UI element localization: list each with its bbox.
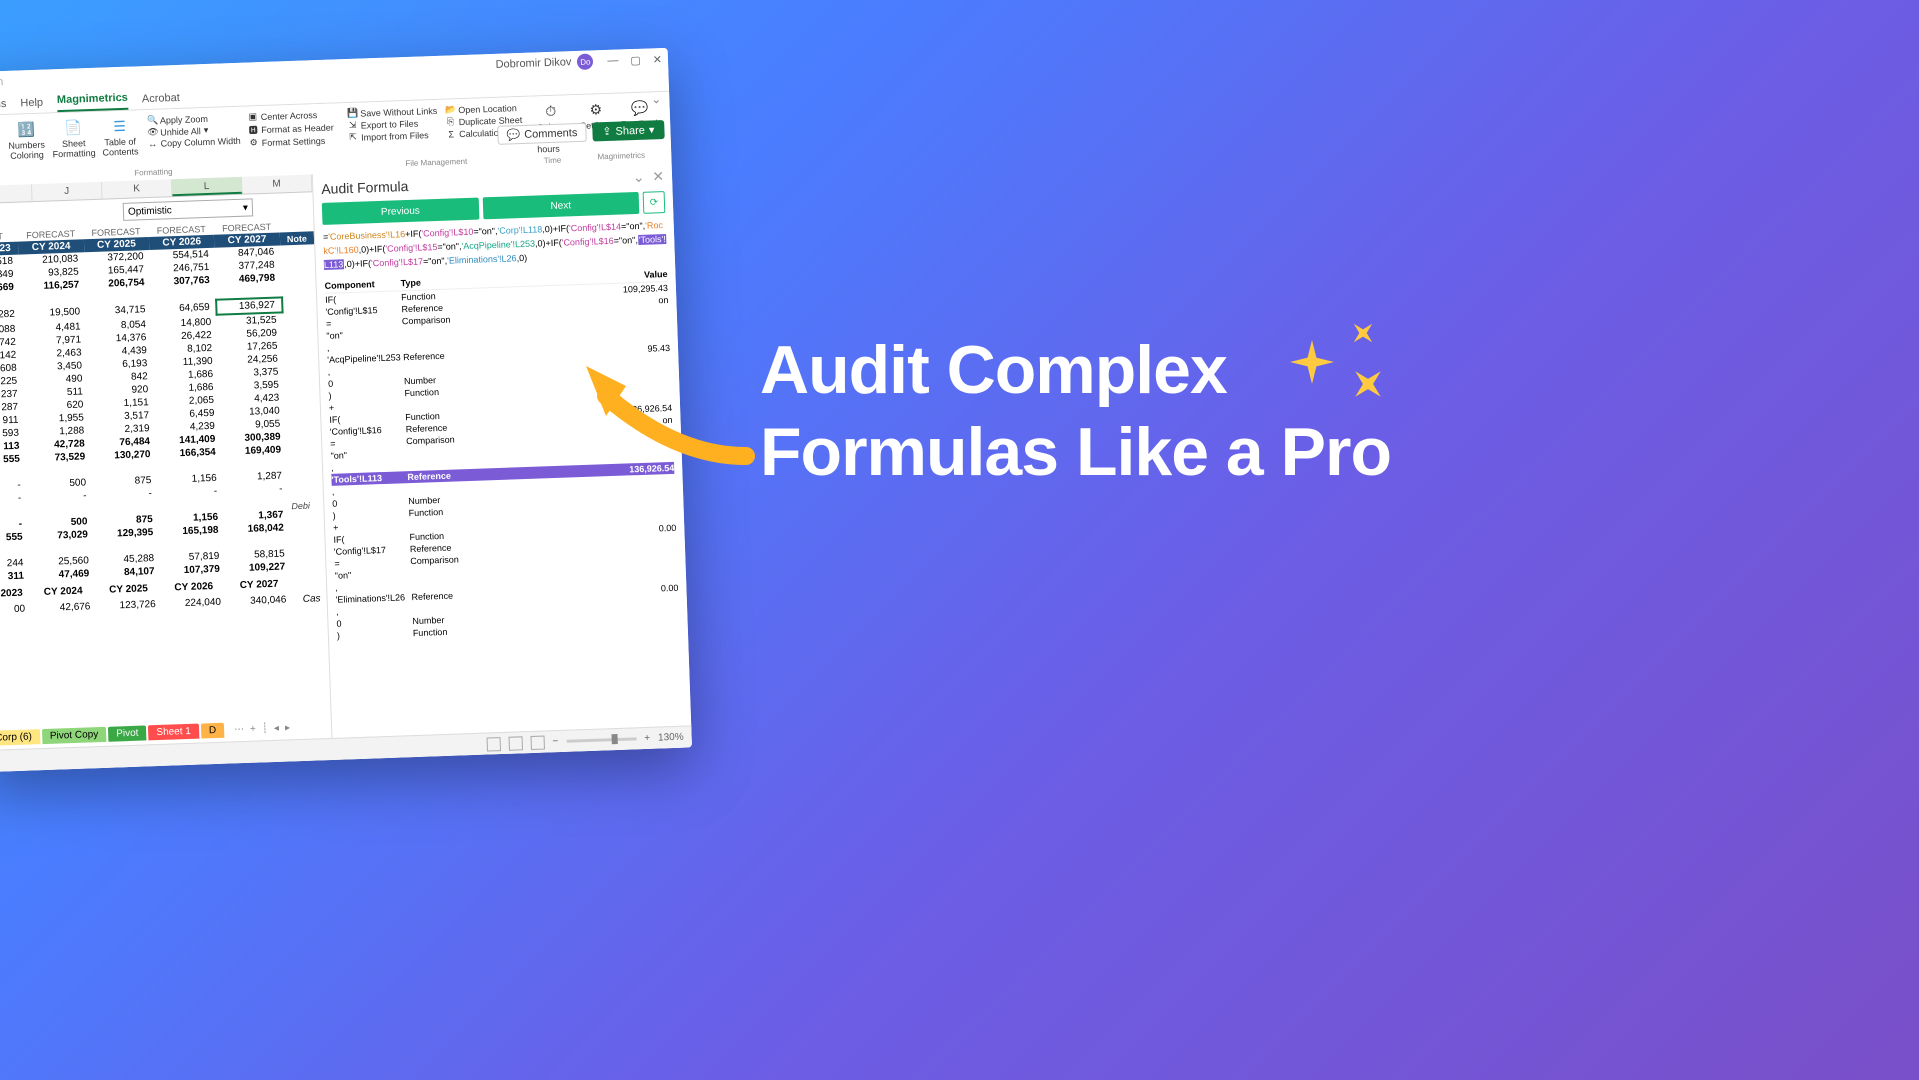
zoom-in-icon[interactable]: + xyxy=(644,733,650,744)
grid[interactable]: CASTFORECASTFORECASTFORECASTFORECASTCY 2… xyxy=(0,218,332,772)
normal-view-icon[interactable] xyxy=(486,737,500,751)
sheet-tab[interactable]: Pivot Copy xyxy=(42,726,107,743)
headline-line2: Formulas Like a Pro xyxy=(760,412,1391,494)
sheet-formatting-button[interactable]: 📄Sheet Formatting xyxy=(52,116,96,171)
component-list[interactable]: IF(Function109,295.43'Config'!L$15Refere… xyxy=(325,282,684,754)
ce-button[interactable]: 🧩ce xyxy=(0,119,2,174)
spreadsheet[interactable]: IJKLM Optimistic▾ CASTFORECASTFORECASTFO… xyxy=(0,174,332,772)
col-J[interactable]: J xyxy=(32,182,103,201)
import-files-button[interactable]: ⇱Import from Files xyxy=(348,129,438,143)
add-sheet-icon[interactable]: + xyxy=(250,723,256,734)
maximize-icon[interactable]: ▢ xyxy=(630,53,641,66)
formula-text: ='CoreBusiness'!L16+IF('Config'!L$10="on… xyxy=(323,219,667,273)
copy-col-width-button[interactable]: ↔Copy Column Width xyxy=(147,136,240,149)
ribbon-tab-add-ins[interactable]: Add-ins xyxy=(0,98,7,115)
excel-window: Search Dobromir Dikov Do — ▢ ✕ Add-insHe… xyxy=(0,48,692,772)
ribbon-tab-acrobat[interactable]: Acrobat xyxy=(142,92,180,109)
zoom-out-icon[interactable]: − xyxy=(552,736,558,747)
pane-close-icon[interactable]: ✕ xyxy=(652,168,664,184)
audit-formula-pane: Audit Formula ⌄ ✕ Previous Next ⟳ ='Core… xyxy=(312,162,692,760)
previous-button[interactable]: Previous xyxy=(322,198,479,225)
col-K[interactable]: K xyxy=(102,179,173,198)
tab-more-icon[interactable]: ⋯ xyxy=(234,724,244,735)
avatar[interactable]: Do xyxy=(577,53,594,70)
sheet-tab[interactable]: D xyxy=(201,722,225,738)
user-area: Dobromir Dikov Do xyxy=(495,53,593,72)
refresh-button[interactable]: ⟳ xyxy=(643,191,666,214)
next-button[interactable]: Next xyxy=(482,192,639,219)
ribbon-tab-help[interactable]: Help xyxy=(20,97,43,114)
page-layout-icon[interactable] xyxy=(508,736,522,750)
close-icon[interactable]: ✕ xyxy=(653,53,663,66)
tab-scroll-left-icon[interactable]: ◂ xyxy=(274,722,279,733)
numbers-coloring-button[interactable]: 🔢Numbers Coloring xyxy=(4,117,50,173)
ribbon-tab-magnimetrics[interactable]: Magnimetrics xyxy=(57,92,129,112)
zoom-level[interactable]: 130% xyxy=(658,732,684,744)
table-of-contents-button[interactable]: ☰Table of Contents xyxy=(98,114,143,169)
comments-button[interactable]: 💬 Comments xyxy=(497,123,586,145)
tab-scroll-right-icon[interactable]: ▸ xyxy=(285,722,290,733)
debit-label: Debi xyxy=(291,501,310,512)
user-name: Dobromir Dikov xyxy=(495,56,571,71)
headline-line1: Audit Complex xyxy=(760,330,1391,412)
sheet-tab[interactable]: Sheet 1 xyxy=(148,723,199,740)
headline: Audit Complex Formulas Like a Pro xyxy=(760,330,1391,493)
pane-title: Audit Formula xyxy=(321,177,409,196)
scenario-dropdown[interactable]: Optimistic▾ xyxy=(123,198,254,221)
collapse-ribbon-icon[interactable]: ⌄ xyxy=(651,92,662,106)
col-I[interactable]: I xyxy=(0,184,33,203)
chevron-down-icon: ▾ xyxy=(243,202,248,213)
format-settings-button[interactable]: ⚙Format Settings xyxy=(249,135,335,149)
minimize-icon[interactable]: — xyxy=(607,54,618,67)
zoom-slider[interactable] xyxy=(566,737,636,742)
page-break-icon[interactable] xyxy=(530,735,544,749)
sheet-tab[interactable]: Pivot xyxy=(108,725,147,741)
sheet-tab[interactable]: Corp (6) xyxy=(0,729,40,746)
col-M[interactable]: M xyxy=(242,174,313,193)
col-L[interactable]: L xyxy=(172,177,243,196)
share-button[interactable]: ⇪ Share ▾ xyxy=(592,120,665,142)
pane-dropdown-icon[interactable]: ⌄ xyxy=(633,169,645,185)
